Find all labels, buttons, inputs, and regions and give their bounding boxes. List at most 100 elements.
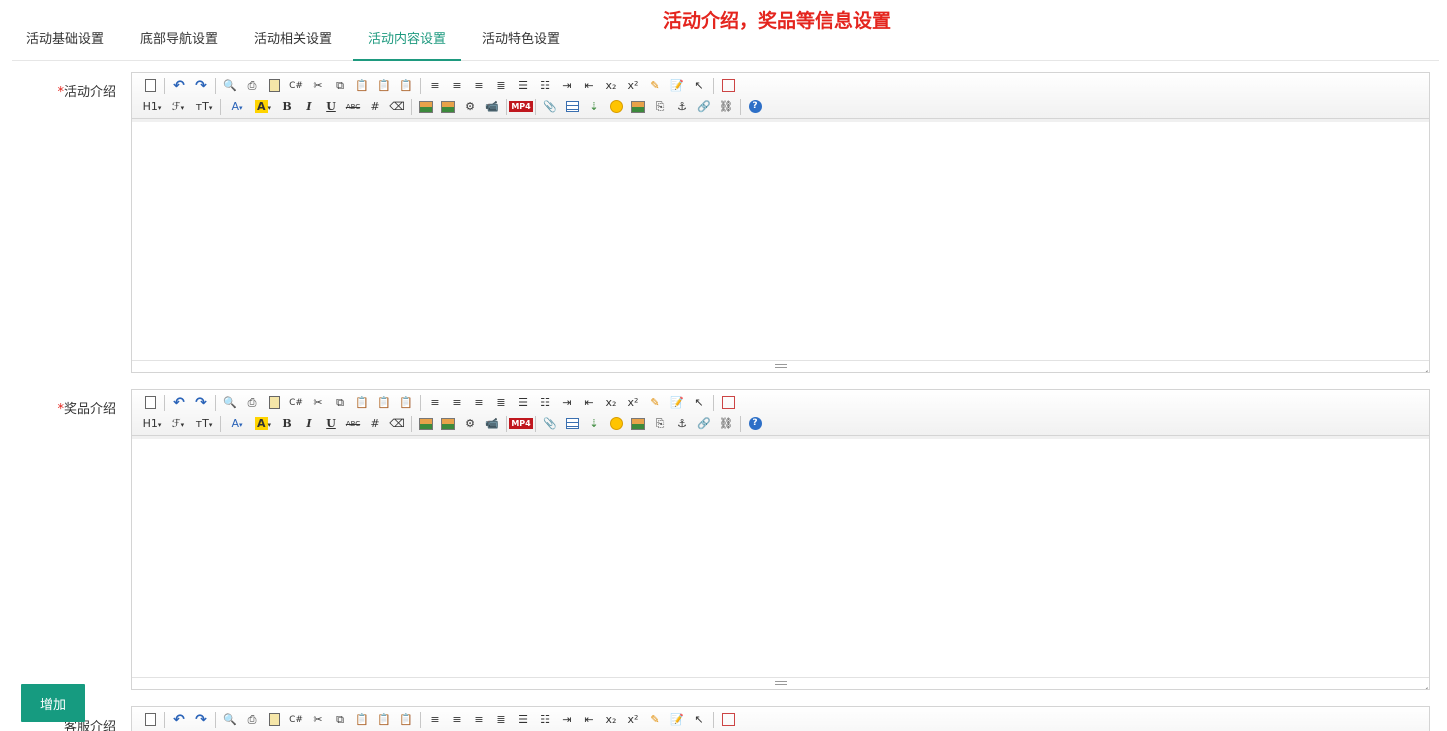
print-icon[interactable]: ⎙ [242,711,262,729]
corner-grip-icon[interactable] [1420,680,1428,688]
paste-word-icon[interactable]: 📋 [396,77,416,95]
code-icon[interactable]: C# [286,394,306,412]
paste-icon[interactable]: 📋 [352,711,372,729]
template-icon[interactable] [264,394,284,412]
horizontal-rule-icon[interactable]: # [365,98,385,116]
undo-icon[interactable]: ↶ [169,77,189,95]
help-icon[interactable]: ? [745,98,765,116]
superscript-icon[interactable]: x² [623,394,643,412]
attachment-icon[interactable]: 📎 [540,415,560,433]
align-center-icon[interactable]: ≡ [447,394,467,412]
unordered-list-icon[interactable]: ☷ [535,77,555,95]
paste-word-icon[interactable]: 📋 [396,394,416,412]
redo-icon[interactable]: ↷ [191,77,211,95]
align-center-icon[interactable]: ≡ [447,77,467,95]
insert-media-icon[interactable]: 📹 [482,415,502,433]
heading-dropdown[interactable]: H1▾ [140,415,164,433]
emoticon-icon[interactable] [606,98,626,116]
redo-icon[interactable]: ↷ [191,711,211,729]
clear-format-icon[interactable]: ✎ [645,77,665,95]
highlight-color-dropdown[interactable]: A ▾ [251,98,275,116]
link-icon[interactable]: 🔗 [694,98,714,116]
insert-hr-icon[interactable]: ⇣ [584,415,604,433]
tab-feature-settings[interactable]: 活动特色设置 [482,24,560,61]
insert-picture-icon[interactable] [628,415,648,433]
fullscreen-icon[interactable] [718,77,738,95]
preview-icon[interactable]: 🔍 [220,394,240,412]
select-all-icon[interactable]: ↖ [689,711,709,729]
font-color-dropdown[interactable]: A▾ [225,415,249,433]
indent-icon[interactable]: ⇥ [557,394,577,412]
insert-mp4-icon[interactable]: MP4 [509,98,533,116]
unlink-icon[interactable]: ⛓ [716,415,736,433]
select-all-icon[interactable]: ↖ [689,394,709,412]
font-family-dropdown[interactable]: ℱ▾ [166,415,190,433]
paste-icon[interactable]: 📋 [352,77,372,95]
paste-text-icon[interactable]: 📋 [374,711,394,729]
corner-grip-icon[interactable] [1420,363,1428,371]
editor-content-area[interactable] [132,436,1429,674]
cut-icon[interactable]: ✂ [308,394,328,412]
subscript-icon[interactable]: x₂ [601,77,621,95]
italic-icon[interactable]: I [299,98,319,116]
fullscreen-icon[interactable] [718,394,738,412]
insert-picture-icon[interactable] [628,98,648,116]
anchor-icon[interactable]: ⚓ [672,98,692,116]
outdent-icon[interactable]: ⇤ [579,77,599,95]
superscript-icon[interactable]: x² [623,711,643,729]
insert-flash-icon[interactable]: ⚙ [460,415,480,433]
preview-icon[interactable]: 🔍 [220,711,240,729]
preview-icon[interactable]: 🔍 [220,77,240,95]
bold-icon[interactable]: B [277,98,297,116]
resize-handle-icon[interactable] [773,362,789,370]
insert-hr-icon[interactable]: ⇣ [584,98,604,116]
align-left-icon[interactable]: ≡ [425,77,445,95]
paste-icon[interactable]: 📋 [352,394,372,412]
font-color-dropdown[interactable]: A▾ [225,98,249,116]
align-right-icon[interactable]: ≡ [469,711,489,729]
insert-image-icon[interactable] [416,415,436,433]
print-icon[interactable]: ⎙ [242,394,262,412]
page-break-icon[interactable]: ⎘ [650,98,670,116]
outdent-icon[interactable]: ⇤ [579,394,599,412]
insert-table-icon[interactable] [562,98,582,116]
tab-basic-settings[interactable]: 活动基础设置 [26,24,104,61]
strikethrough-icon[interactable]: ABC [343,415,363,433]
quick-format-icon[interactable]: 📝 [667,711,687,729]
source-code-icon[interactable] [140,711,160,729]
unlink-icon[interactable]: ⛓ [716,98,736,116]
cut-icon[interactable]: ✂ [308,77,328,95]
eraser-icon[interactable]: ⌫ [387,98,407,116]
code-icon[interactable]: C# [286,77,306,95]
attachment-icon[interactable]: 📎 [540,98,560,116]
copy-icon[interactable]: ⧉ [330,77,350,95]
tab-related-settings[interactable]: 活动相关设置 [254,24,332,61]
quick-format-icon[interactable]: 📝 [667,394,687,412]
superscript-icon[interactable]: x² [623,77,643,95]
outdent-icon[interactable]: ⇤ [579,711,599,729]
template-icon[interactable] [264,77,284,95]
add-button[interactable]: 增加 [21,684,85,722]
ordered-list-icon[interactable]: ☰ [513,77,533,95]
select-all-icon[interactable]: ↖ [689,77,709,95]
source-code-icon[interactable] [140,77,160,95]
quick-format-icon[interactable]: 📝 [667,77,687,95]
highlight-color-dropdown[interactable]: A ▾ [251,415,275,433]
heading-dropdown[interactable]: H1▾ [140,98,164,116]
multi-image-icon[interactable] [438,98,458,116]
align-left-icon[interactable]: ≡ [425,711,445,729]
source-code-icon[interactable] [140,394,160,412]
insert-flash-icon[interactable]: ⚙ [460,98,480,116]
multi-image-icon[interactable] [438,415,458,433]
indent-icon[interactable]: ⇥ [557,711,577,729]
cut-icon[interactable]: ✂ [308,711,328,729]
insert-mp4-icon[interactable]: MP4 [509,415,533,433]
eraser-icon[interactable]: ⌫ [387,415,407,433]
font-family-dropdown[interactable]: ℱ▾ [166,98,190,116]
tab-content-settings[interactable]: 活动内容设置 [353,24,462,61]
help-icon[interactable]: ? [745,415,765,433]
emoticon-icon[interactable] [606,415,626,433]
align-justify-icon[interactable]: ≣ [491,711,511,729]
paste-text-icon[interactable]: 📋 [374,77,394,95]
resize-handle-icon[interactable] [773,679,789,687]
